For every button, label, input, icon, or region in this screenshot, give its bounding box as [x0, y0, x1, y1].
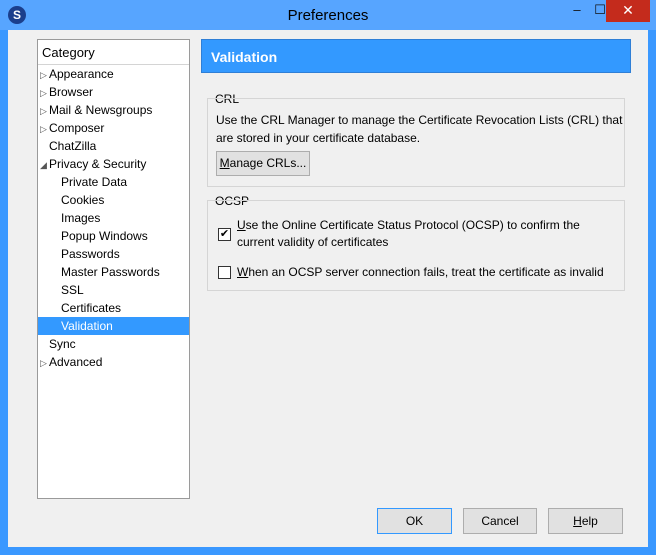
- tree-item-privacy-security[interactable]: ◢ Privacy & Security: [40, 155, 146, 173]
- ocsp-fail-invalid-text: hen an OCSP server connection fails, tre…: [248, 265, 604, 279]
- ocsp-fail-invalid-checkbox[interactable]: [218, 266, 231, 279]
- tree-item-sync[interactable]: Sync: [49, 335, 76, 353]
- expand-arrow-icon[interactable]: ▷: [40, 102, 49, 120]
- tree-item-label: Advanced: [49, 355, 103, 369]
- close-button[interactable]: ✕: [606, 0, 650, 22]
- ocsp-enable-label-line1[interactable]: Use the Online Certificate Status Protoc…: [237, 216, 580, 234]
- tree-item-label: SSL: [61, 283, 84, 297]
- tree-item-label: Cookies: [61, 193, 105, 207]
- help-label: elp: [581, 514, 598, 528]
- tree-item-label: Images: [61, 211, 101, 225]
- manage-crls-button[interactable]: Manage CRLs...: [216, 151, 310, 176]
- manage-crls-label: anage CRLs...: [229, 156, 307, 170]
- tree-item-ssl[interactable]: SSL: [61, 281, 84, 299]
- tree-item-label: Validation: [61, 319, 113, 333]
- expand-arrow-icon[interactable]: ▷: [40, 66, 49, 84]
- tree-item-advanced[interactable]: ▷ Advanced: [40, 353, 102, 371]
- preferences-window: S Preferences – ☐ ✕ Category ▷ Appearance…: [0, 0, 656, 555]
- ocsp-enable-label-line2[interactable]: current validity of certificates: [237, 233, 388, 251]
- crl-description-line2: are stored in your certificate database.: [216, 131, 421, 145]
- tree-item-mail-newsgroups[interactable]: ▷ Mail & Newsgroups: [40, 101, 152, 119]
- crl-description-line1: Use the CRL Manager to manage the Certif…: [216, 113, 623, 127]
- tree-item-private-data[interactable]: Private Data: [61, 173, 127, 191]
- tree-item-label: Mail & Newsgroups: [49, 103, 153, 117]
- tree-item-images[interactable]: Images: [61, 209, 100, 227]
- tree-item-label: Privacy & Security: [49, 157, 147, 171]
- tree-item-passwords[interactable]: Passwords: [61, 245, 120, 263]
- ocsp-fail-invalid-label[interactable]: When an OCSP server connection fails, tr…: [237, 263, 604, 281]
- tree-item-cookies[interactable]: Cookies: [61, 191, 104, 209]
- tree-item-browser[interactable]: ▷ Browser: [40, 83, 93, 101]
- tree-item-validation[interactable]: Validation: [38, 317, 189, 335]
- expand-arrow-icon[interactable]: ▷: [40, 84, 49, 102]
- tree-item-composer[interactable]: ▷ Composer: [40, 119, 104, 137]
- tree-item-label: Certificates: [61, 301, 122, 315]
- tree-item-label: Browser: [49, 85, 94, 99]
- category-header: Category: [42, 45, 95, 60]
- ocsp-enable-checkbox[interactable]: ✔: [218, 228, 231, 241]
- category-tree[interactable]: Category ▷ Appearance ▷ Browser ▷ Mail & Ne…: [37, 39, 190, 499]
- accesskey-m: M: [219, 156, 230, 170]
- panel-header: Validation: [201, 39, 631, 73]
- cancel-button[interactable]: Cancel: [463, 508, 537, 534]
- ok-button[interactable]: OK: [377, 508, 452, 534]
- window-title: Preferences: [287, 7, 369, 24]
- panel-title: Validation: [211, 49, 278, 65]
- tree-item-label: Master Passwords: [61, 265, 160, 279]
- tree-item-appearance[interactable]: ▷ Appearance: [40, 65, 114, 83]
- tree-item-label: ChatZilla: [49, 139, 97, 153]
- ocsp-enable-text: se the Online Certificate Status Protoco…: [245, 218, 580, 232]
- expand-arrow-icon[interactable]: ▷: [40, 354, 49, 372]
- dialog-body: Category ▷ Appearance ▷ Browser ▷ Mail & Ne…: [8, 30, 648, 547]
- tree-item-popup-windows[interactable]: Popup Windows: [61, 227, 148, 245]
- expand-arrow-icon[interactable]: ▷: [40, 120, 49, 138]
- accesskey-h: H: [573, 514, 582, 528]
- tree-item-label: Appearance: [49, 67, 114, 81]
- tree-item-chatzilla[interactable]: ChatZilla: [49, 137, 96, 155]
- tree-item-label: Passwords: [61, 247, 120, 261]
- tree-item-label: Popup Windows: [61, 229, 148, 243]
- help-button[interactable]: Help: [548, 508, 623, 534]
- collapse-arrow-icon[interactable]: ◢: [40, 156, 49, 174]
- tree-item-master-passwords[interactable]: Master Passwords: [61, 263, 160, 281]
- tree-item-label: Sync: [49, 337, 76, 351]
- tree-item-label: Composer: [49, 121, 105, 135]
- title-bar[interactable]: S Preferences – ☐ ✕: [0, 0, 656, 30]
- accesskey-w: W: [237, 265, 249, 279]
- tree-item-label: Private Data: [61, 175, 128, 189]
- tree-item-certificates[interactable]: Certificates: [61, 299, 121, 317]
- accesskey-u: U: [237, 218, 246, 232]
